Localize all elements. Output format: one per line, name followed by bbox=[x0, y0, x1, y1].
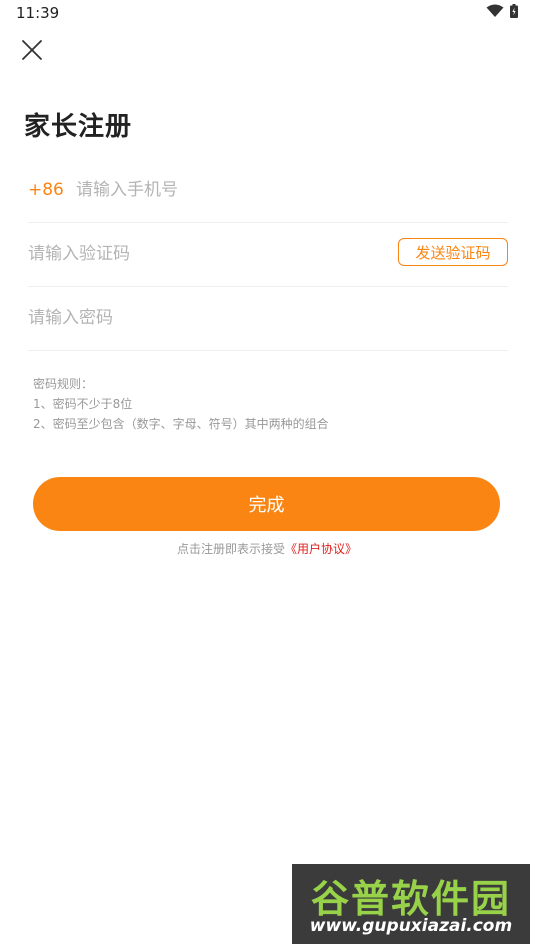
page-title: 家长注册 bbox=[24, 112, 133, 142]
wifi-icon bbox=[486, 4, 504, 17]
battery-icon bbox=[510, 4, 518, 18]
password-rule-item: 2、密码至少包含（数字、字母、符号）其中两种的组合 bbox=[33, 417, 329, 431]
country-code[interactable]: +86 bbox=[28, 180, 76, 200]
register-screen: 11:39 家长注册 +86 发送验证码 密码规则： 1、密码不少于8位 2、密… bbox=[0, 0, 534, 950]
password-rules-title: 密码规则： bbox=[33, 377, 94, 391]
watermark-title: 谷普软件园 bbox=[310, 877, 511, 921]
phone-row: +86 bbox=[28, 158, 508, 223]
submit-button[interactable]: 完成 bbox=[33, 477, 500, 531]
verification-code-row: 发送验证码 bbox=[28, 222, 508, 287]
agreement-text: 点击注册即表示接受《用户协议》 bbox=[0, 540, 534, 557]
password-row bbox=[28, 286, 508, 351]
send-code-button[interactable]: 发送验证码 bbox=[398, 238, 508, 266]
status-time: 11:39 bbox=[16, 4, 60, 22]
close-icon[interactable] bbox=[20, 38, 44, 62]
password-input[interactable] bbox=[28, 308, 508, 328]
watermark-url: www.gupuxiazai.com bbox=[309, 916, 513, 936]
status-bar: 11:39 bbox=[0, 0, 534, 28]
password-rule-item: 1、密码不少于8位 bbox=[33, 397, 133, 411]
phone-input[interactable] bbox=[76, 180, 508, 200]
user-agreement-link[interactable]: 《用户协议》 bbox=[285, 542, 357, 556]
status-icons bbox=[486, 4, 518, 18]
agreement-prefix: 点击注册即表示接受 bbox=[176, 542, 285, 556]
password-rules: 密码规则： 1、密码不少于8位 2、密码至少包含（数字、字母、符号）其中两种的组… bbox=[33, 374, 329, 434]
watermark: 谷普软件园 www.gupuxiazai.com bbox=[292, 864, 530, 944]
